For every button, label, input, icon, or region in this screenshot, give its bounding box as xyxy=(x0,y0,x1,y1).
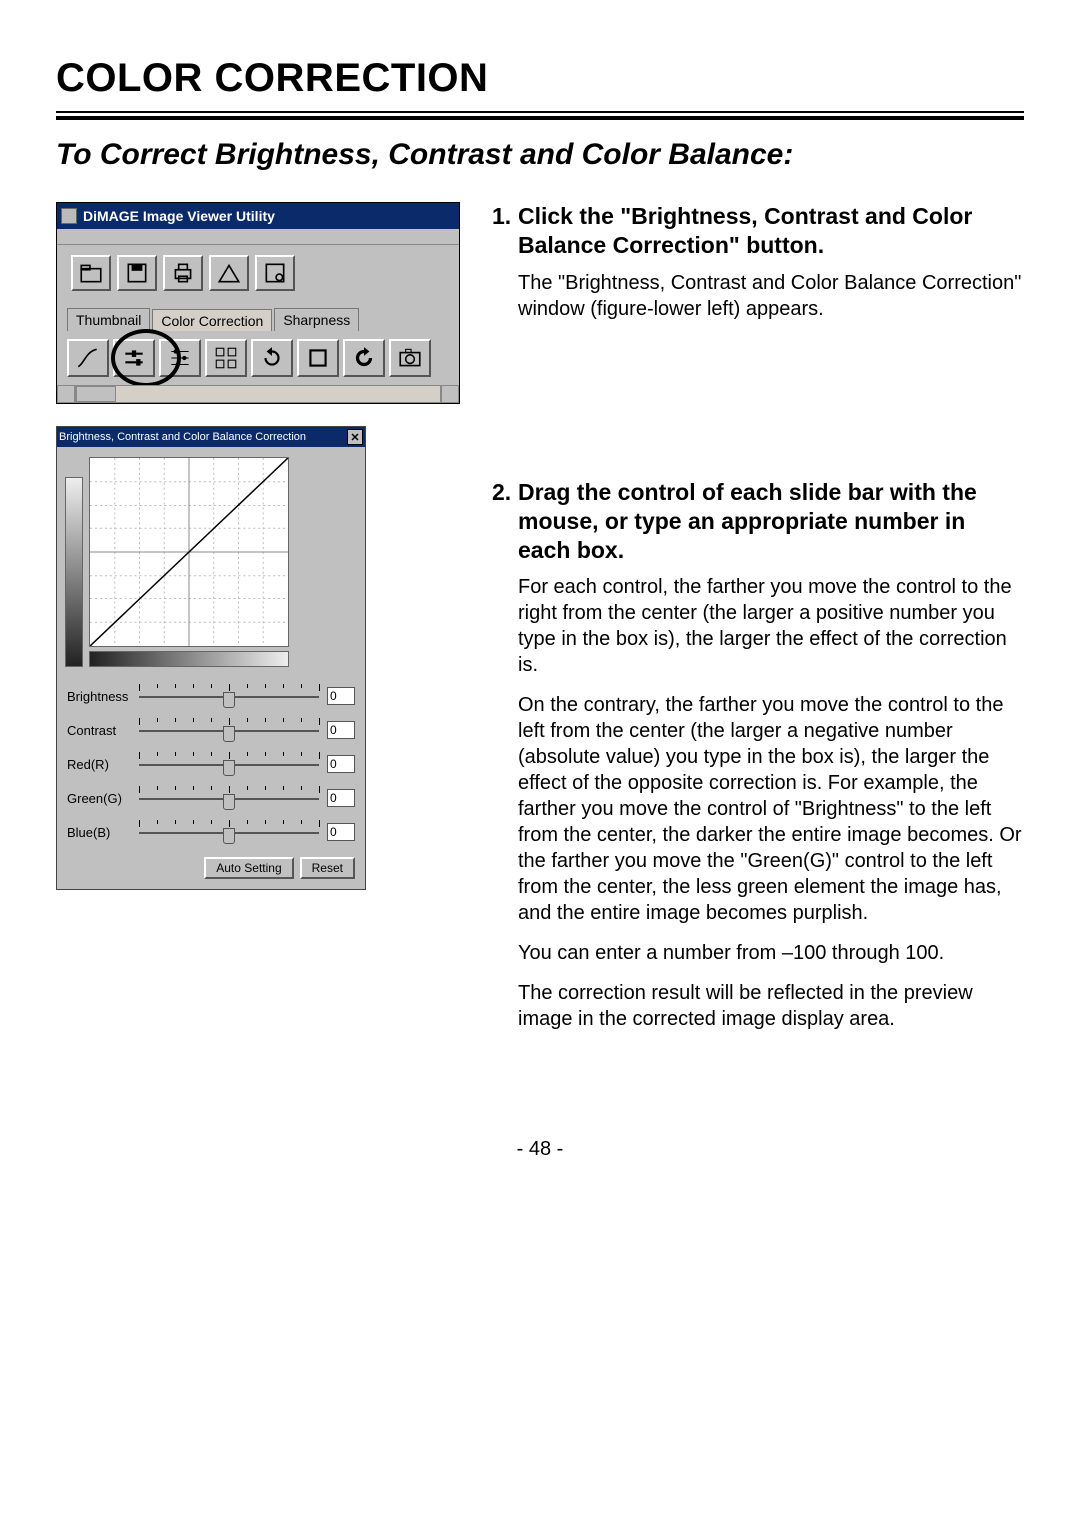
slider-row-brightness: Brightness xyxy=(67,679,355,713)
figure-app-window: DiMAGE Image Viewer Utility Thumbnail Co… xyxy=(56,202,460,404)
tab-sharpness[interactable]: Sharpness xyxy=(274,308,359,331)
slider-row-green: Green(G) xyxy=(67,781,355,815)
slider-brightness[interactable] xyxy=(139,684,319,708)
scroll-track[interactable] xyxy=(75,385,441,403)
figure-bcc-dialog: Brightness, Contrast and Color Balance C… xyxy=(56,426,366,890)
step-1: 1. Click the "Brightness, Contrast and C… xyxy=(492,202,1024,442)
step-1-number: 1. xyxy=(492,202,518,260)
curve-graph[interactable] xyxy=(89,457,289,647)
slider-row-blue: Blue(B) xyxy=(67,815,355,849)
value-red[interactable] xyxy=(327,755,355,773)
step-2: 2. Drag the control of each slide bar wi… xyxy=(492,478,1024,1032)
correction-toolbar xyxy=(57,331,459,385)
gradient-horizontal xyxy=(89,651,289,667)
slider-row-red: Red(R) xyxy=(67,747,355,781)
slider-label: Blue(B) xyxy=(67,825,139,840)
step-2-para-1: For each control, the farther you move t… xyxy=(518,574,1024,678)
undo-icon[interactable] xyxy=(343,339,385,377)
dialog-titlebar: Brightness, Contrast and Color Balance C… xyxy=(57,427,365,447)
window-icon[interactable] xyxy=(255,255,295,291)
slider-thumb[interactable] xyxy=(223,726,235,742)
print-icon[interactable] xyxy=(163,255,203,291)
slider-label: Contrast xyxy=(67,723,139,738)
step-1-title: Click the "Brightness, Contrast and Colo… xyxy=(518,202,1024,260)
reset-button[interactable]: Reset xyxy=(300,857,355,879)
gradient-vertical xyxy=(65,477,83,667)
step-2-para-4: The correction result will be reflected … xyxy=(518,980,1024,1032)
tab-thumbnail[interactable]: Thumbnail xyxy=(67,308,150,331)
step-1-para-1: The "Brightness, Contrast and Color Bala… xyxy=(518,270,1024,322)
bcc-icon[interactable] xyxy=(113,339,155,377)
slider-label: Green(G) xyxy=(67,791,139,806)
scroll-left-icon[interactable] xyxy=(57,385,75,403)
rule-thin xyxy=(56,111,1024,113)
slider-red[interactable] xyxy=(139,752,319,776)
open-folder-icon[interactable] xyxy=(71,255,111,291)
dialog-title: Brightness, Contrast and Color Balance C… xyxy=(59,431,347,443)
slider-contrast[interactable] xyxy=(139,718,319,742)
slider-label: Brightness xyxy=(67,689,139,704)
slider-group: Brightness Contrast Red( xyxy=(57,675,365,857)
app-titlebar: DiMAGE Image Viewer Utility xyxy=(57,203,459,229)
page-number: - 48 - xyxy=(56,1138,1024,1161)
slider-label: Red(R) xyxy=(67,757,139,772)
step-2-para-2: On the contrary, the farther you move th… xyxy=(518,692,1024,926)
value-blue[interactable] xyxy=(327,823,355,841)
app-title: DiMAGE Image Viewer Utility xyxy=(83,208,275,224)
app-icon xyxy=(61,208,77,224)
slider-thumb[interactable] xyxy=(223,760,235,776)
slider-thumb[interactable] xyxy=(223,828,235,844)
h-scrollbar[interactable] xyxy=(57,385,459,403)
step-2-title: Drag the control of each slide bar with … xyxy=(518,478,1024,564)
value-brightness[interactable] xyxy=(327,687,355,705)
variations-icon[interactable] xyxy=(205,339,247,377)
camera-icon[interactable] xyxy=(389,339,431,377)
close-icon[interactable]: ✕ xyxy=(347,429,363,445)
save-icon[interactable] xyxy=(117,255,157,291)
scroll-thumb[interactable] xyxy=(76,386,116,402)
curves-icon[interactable] xyxy=(67,339,109,377)
slider-thumb[interactable] xyxy=(223,692,235,708)
scroll-right-icon[interactable] xyxy=(441,385,459,403)
crop-icon[interactable] xyxy=(297,339,339,377)
step-2-para-3: You can enter a number from –100 through… xyxy=(518,940,1024,966)
value-green[interactable] xyxy=(327,789,355,807)
rotate-left-icon[interactable] xyxy=(251,339,293,377)
menu-strip xyxy=(57,229,459,245)
tab-strip: Thumbnail Color Correction Sharpness xyxy=(57,301,459,331)
main-toolbar xyxy=(57,245,459,301)
slider-row-contrast: Contrast xyxy=(67,713,355,747)
export-icon[interactable] xyxy=(209,255,249,291)
tab-color-correction[interactable]: Color Correction xyxy=(152,309,272,332)
value-contrast[interactable] xyxy=(327,721,355,739)
section-subtitle: To Correct Brightness, Contrast and Colo… xyxy=(56,138,1024,172)
rule-thick xyxy=(56,116,1024,120)
slider-green[interactable] xyxy=(139,786,319,810)
step-2-number: 2. xyxy=(492,478,518,564)
page-heading: COLOR CORRECTION xyxy=(56,56,1024,101)
slider-blue[interactable] xyxy=(139,820,319,844)
levels-icon[interactable] xyxy=(159,339,201,377)
auto-setting-button[interactable]: Auto Setting xyxy=(204,857,293,879)
slider-thumb[interactable] xyxy=(223,794,235,810)
